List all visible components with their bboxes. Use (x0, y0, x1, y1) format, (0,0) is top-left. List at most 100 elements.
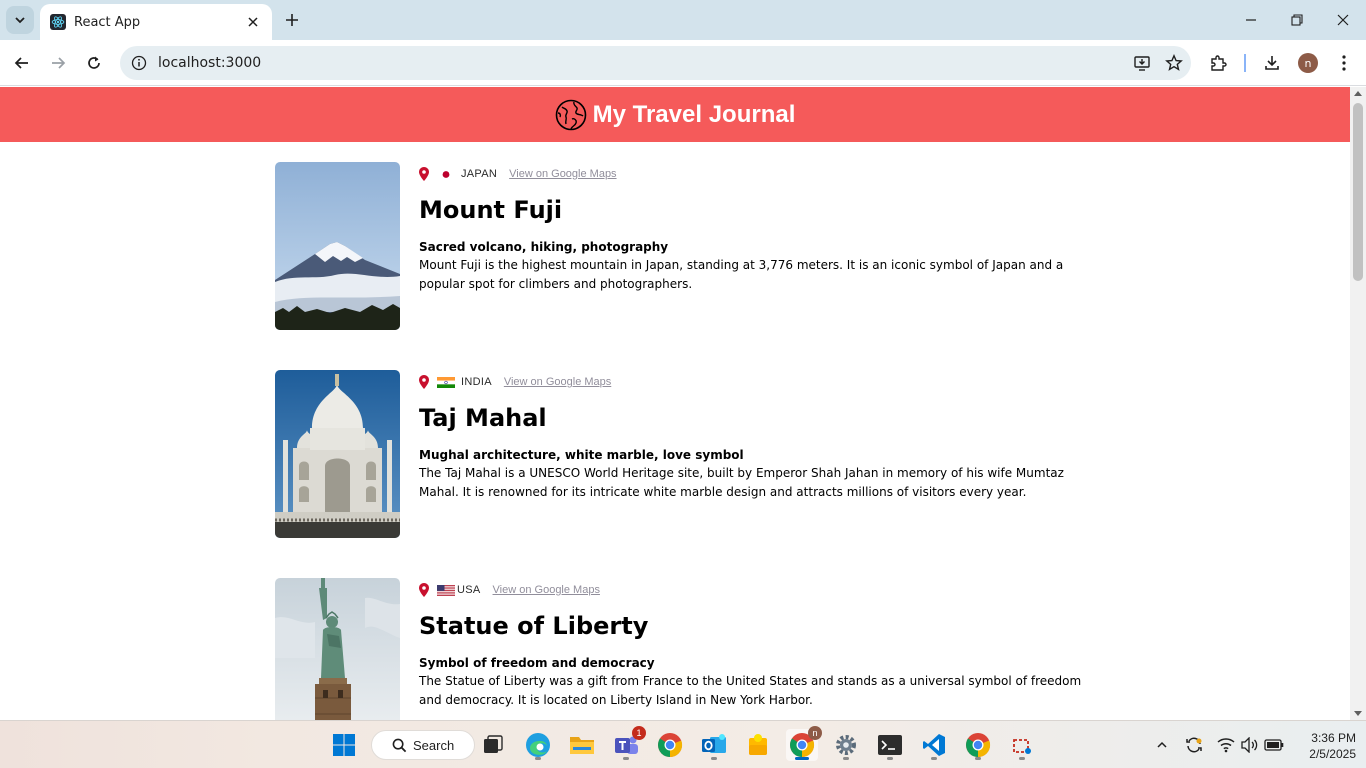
page-scrollbar[interactable] (1350, 87, 1366, 720)
scroll-down-arrow-icon[interactable] (1354, 711, 1362, 716)
taskbar-app-teams[interactable]: 1 (610, 726, 646, 761)
show-hidden-icons-button[interactable] (1151, 734, 1173, 756)
tab-search-button[interactable] (6, 6, 34, 34)
entry-description: The Taj Mahal is a UNESCO World Heritage… (419, 466, 1064, 499)
install-app-button[interactable] (1127, 48, 1157, 78)
taskbar-clock[interactable]: 3:36 PM 2/5/2025 (1290, 730, 1356, 762)
notes-icon (749, 734, 767, 755)
taskbar-app-file-explorer[interactable] (566, 729, 598, 761)
browser-menu-button[interactable] (1330, 49, 1358, 77)
gear-icon (836, 735, 856, 755)
toolbar-separator (1244, 54, 1246, 72)
app-running-indicator (975, 757, 981, 760)
minimize-button[interactable] (1236, 6, 1266, 34)
entry-tags: Sacred volcano, hiking, photography (419, 240, 669, 254)
india-flag-icon (437, 376, 455, 388)
url-text[interactable]: localhost:3000 (158, 55, 1127, 71)
google-maps-link[interactable]: View on Google Maps (504, 376, 611, 388)
globe-icon (555, 99, 586, 130)
taskbar-app-chrome-second[interactable] (962, 729, 994, 761)
google-maps-link[interactable]: View on Google Maps (509, 168, 616, 180)
usa-flag-icon (437, 584, 455, 596)
scroll-up-arrow-icon[interactable] (1354, 91, 1362, 96)
entry-country: INDIA (461, 376, 492, 388)
taskbar-search[interactable]: Search (371, 730, 475, 760)
tab-close-button[interactable] (244, 13, 262, 31)
tab-title: React App (74, 14, 141, 30)
profile-avatar[interactable]: n (1298, 53, 1318, 73)
start-button[interactable] (328, 729, 360, 761)
entry-country: JAPAN (461, 168, 498, 180)
entry-title: Mount Fuji (419, 196, 563, 224)
downloads-button[interactable] (1258, 49, 1286, 77)
chrome-icon (658, 733, 683, 758)
back-button[interactable] (8, 49, 36, 77)
app-running-indicator (931, 757, 937, 760)
arrow-right-icon (52, 57, 66, 69)
close-window-button[interactable] (1328, 6, 1358, 34)
reload-button[interactable] (80, 49, 108, 77)
taskbar-app-outlook[interactable] (698, 729, 730, 761)
scrollbar-thumb[interactable] (1353, 103, 1363, 281)
new-tab-button[interactable] (280, 8, 304, 32)
taskbar-app-vscode[interactable] (918, 729, 950, 761)
taskbar-app-notes[interactable] (742, 729, 774, 761)
entry-meta: JAPAN View on Google Maps (419, 162, 1085, 186)
battery-button[interactable] (1263, 734, 1285, 756)
entry-body: USA View on Google Maps Statue of Libert… (419, 578, 1085, 710)
app-running-indicator (623, 757, 629, 760)
notification-badge: 1 (632, 726, 646, 740)
location-pin-icon (419, 167, 429, 181)
entry-description: Mount Fuji is the highest mountain in Ja… (419, 258, 1064, 291)
task-view-button[interactable] (477, 729, 509, 761)
forward-button[interactable] (44, 49, 72, 77)
app-running-indicator (711, 757, 717, 760)
extensions-button[interactable] (1204, 49, 1232, 77)
vscode-icon (923, 734, 945, 756)
entry-body: INDIA View on Google Maps Taj Mahal Mugh… (419, 370, 1085, 502)
folder-icon (570, 737, 594, 754)
address-bar[interactable]: localhost:3000 (120, 46, 1191, 80)
wifi-icon (1217, 738, 1235, 753)
site-header: My Travel Journal (0, 87, 1350, 142)
profile-badge: n (808, 726, 822, 740)
clock-date: 2/5/2025 (1309, 747, 1356, 761)
taskbar-app-terminal[interactable] (874, 729, 906, 761)
journal-entry: INDIA View on Google Maps Taj Mahal Mugh… (275, 370, 1085, 538)
bookmark-button[interactable] (1159, 48, 1189, 78)
more-vertical-icon (1342, 55, 1346, 71)
sync-status-button[interactable] (1183, 734, 1205, 756)
browser-tab-active[interactable]: React App (40, 4, 272, 40)
volume-button[interactable] (1239, 734, 1261, 756)
taskbar-app-chrome-profile[interactable]: n (786, 726, 822, 761)
taskbar-app-chrome[interactable] (654, 729, 686, 761)
chevron-up-icon (1157, 741, 1167, 748)
entry-body: JAPAN View on Google Maps Mount Fuji Sac… (419, 162, 1085, 294)
app-running-indicator (887, 757, 893, 760)
taskbar-app-snipping-tool[interactable] (1006, 729, 1038, 761)
taj-mahal-photo (275, 370, 400, 538)
wifi-button[interactable] (1215, 734, 1237, 756)
install-icon (1134, 56, 1150, 71)
mount-fuji-photo (275, 162, 400, 330)
windows-logo-icon (333, 734, 355, 756)
taskbar-app-edge[interactable] (522, 729, 554, 761)
statue-of-liberty-photo (275, 578, 400, 720)
search-icon (392, 738, 407, 752)
restore-button[interactable] (1282, 6, 1312, 34)
star-icon (1165, 54, 1183, 71)
browser-tabstrip: React App (0, 0, 1366, 40)
clock-time: 3:36 PM (1311, 731, 1356, 745)
sync-icon (1186, 737, 1202, 753)
google-maps-link[interactable]: View on Google Maps (493, 584, 600, 596)
app-running-indicator (843, 757, 849, 760)
site-info-icon[interactable] (130, 54, 148, 72)
snipping-tool-icon (1013, 739, 1031, 754)
battery-icon (1264, 739, 1284, 751)
app-running-indicator (535, 757, 541, 760)
taskbar-app-settings[interactable] (830, 729, 862, 761)
journal-entry: USA View on Google Maps Statue of Libert… (275, 578, 1085, 720)
page-viewport: My Travel Journal JAPAN View on Google M… (0, 87, 1350, 720)
puzzle-icon (1211, 55, 1227, 71)
entry-country: USA (457, 584, 481, 596)
